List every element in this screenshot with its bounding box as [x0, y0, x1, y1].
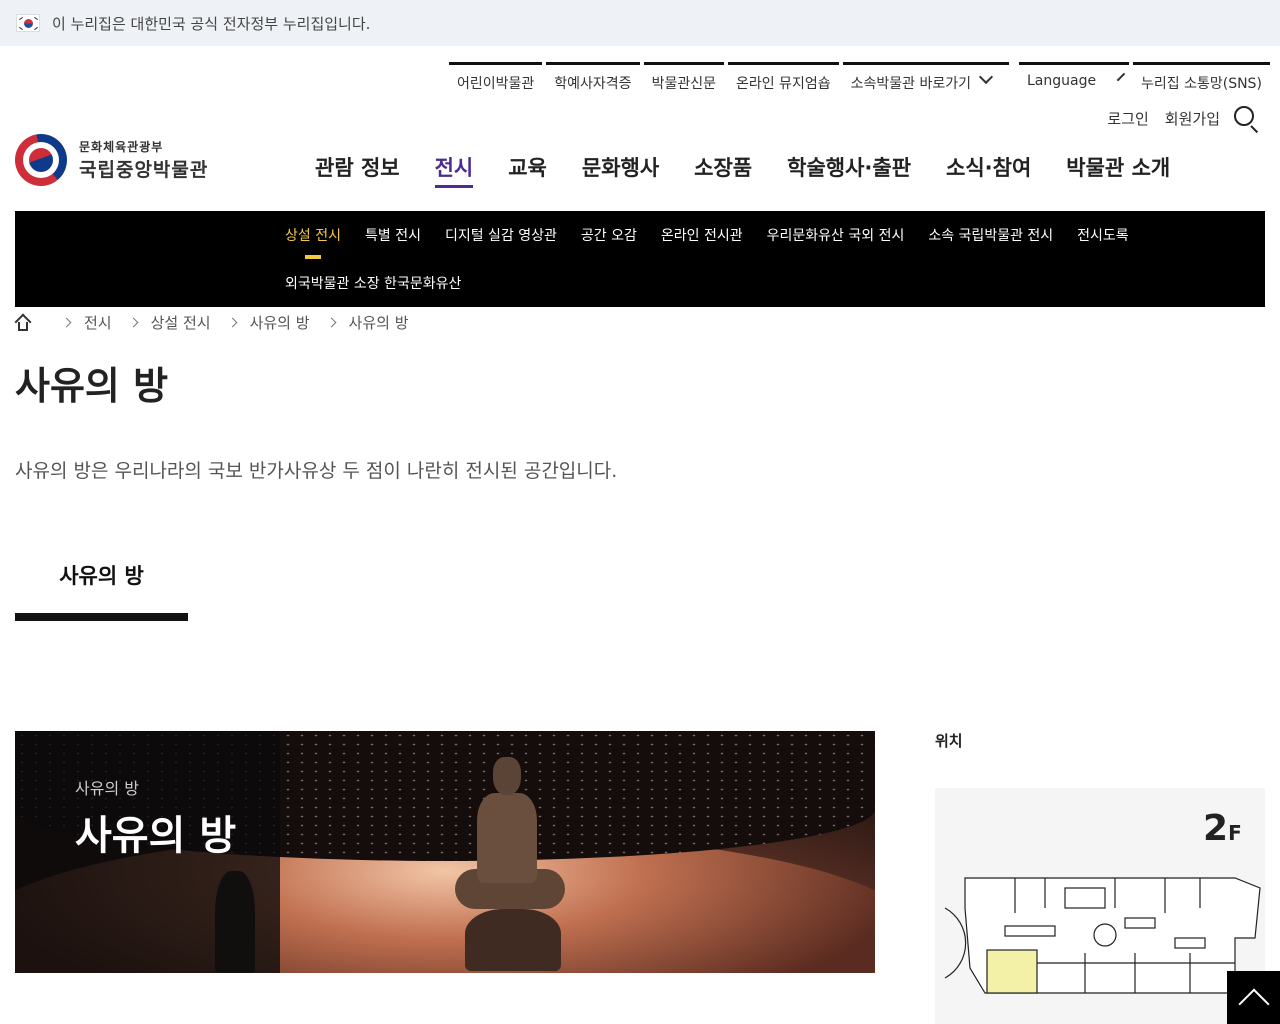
site-logo[interactable]: 문화체육관광부 국립중앙박물관 — [15, 134, 208, 186]
link-kids-museum[interactable]: 어린이박물관 — [449, 62, 543, 98]
hero-title: 사유의 방 — [75, 813, 237, 859]
page-description: 사유의 방은 우리나라의 국보 반가사유상 두 점이 나란히 전시된 공간입니다… — [15, 460, 618, 482]
subnav-digital[interactable]: 디지털 실감 영상관 — [445, 225, 557, 245]
nav-education[interactable]: 교육 — [508, 152, 547, 188]
page-title: 사유의 방 — [15, 364, 169, 408]
subnav-special[interactable]: 특별 전시 — [365, 225, 421, 245]
auth-links: 로그인 회원가입 — [1107, 108, 1220, 129]
nav-exhibition[interactable]: 전시 — [434, 152, 474, 188]
language-dropdown[interactable]: Language — [1019, 62, 1129, 98]
hero-kicker: 사유의 방 — [75, 779, 139, 798]
chevron-down-icon — [978, 69, 994, 85]
gov-banner: 이 누리집은 대한민국 공식 전자정부 누리집입니다. — [0, 0, 1280, 46]
tab-room-of-quiet-contemplation[interactable]: 사유의 방 — [15, 560, 188, 590]
subnav-affiliated[interactable]: 소속 국립박물관 전시 — [928, 225, 1053, 245]
login-link[interactable]: 로그인 — [1107, 108, 1148, 129]
chevron-up-icon — [1238, 988, 1270, 1020]
affiliated-museums-dropdown[interactable]: 소속박물관 바로가기 — [842, 62, 1009, 98]
ministry-name: 문화체육관광부 — [79, 140, 164, 154]
main-nav: 관람 정보 전시 교육 문화행사 소장품 학술행사·출판 소식·참여 박물관 소… — [315, 152, 1205, 188]
subnav-overseas[interactable]: 우리문화유산 국외 전시 — [767, 225, 905, 245]
floor-map: 2F — [935, 788, 1265, 1024]
subnav-foreign-museum[interactable]: 외국박물관 소장 한국문화유산 — [285, 273, 461, 293]
government-emblem-icon — [15, 134, 67, 186]
subnav-online[interactable]: 온라인 전시관 — [661, 225, 743, 245]
search-icon[interactable] — [1234, 106, 1260, 134]
gov-banner-text: 이 누리집은 대한민국 공식 전자정부 누리집입니다. — [52, 14, 371, 33]
location-label: 위치 — [935, 732, 963, 750]
breadcrumb: 전시 상설 전시 사유의 방 사유의 방 — [14, 312, 409, 333]
chevron-right-icon — [128, 317, 139, 328]
language-label: Language — [1027, 73, 1097, 89]
breadcrumb-item[interactable]: 상설 전시 — [151, 312, 211, 333]
nav-collection[interactable]: 소장품 — [694, 152, 752, 188]
nav-academic-publication[interactable]: 학술행사·출판 — [787, 152, 911, 188]
chevron-right-icon — [61, 317, 72, 328]
breadcrumb-item[interactable]: 사유의 방 — [349, 312, 409, 333]
chevron-down-icon — [1116, 72, 1126, 82]
sub-nav: 상설 전시 특별 전시 디지털 실감 영상관 공간 오감 온라인 전시관 우리문… — [15, 211, 1265, 307]
hero-image: 사유의 방 사유의 방 — [15, 731, 875, 973]
sns-link[interactable]: 누리집 소통망(SNS) — [1133, 62, 1270, 98]
home-icon[interactable] — [14, 313, 32, 331]
floor-plan-diagram — [944, 877, 1261, 994]
museum-name: 국립중앙박물관 — [79, 159, 209, 181]
nav-news[interactable]: 소식·참여 — [946, 152, 1031, 188]
utility-links: 어린이박물관 학예사자격증 박물관신문 온라인 뮤지엄숍 소속박물관 바로가기 — [445, 62, 1009, 98]
breadcrumb-item[interactable]: 전시 — [84, 312, 112, 333]
link-museum-news[interactable]: 박물관신문 — [643, 62, 724, 98]
korea-flag-icon — [16, 14, 40, 32]
link-curator-cert[interactable]: 학예사자격증 — [546, 62, 640, 98]
breadcrumb-item[interactable]: 사유의 방 — [250, 312, 310, 333]
subnav-catalog[interactable]: 전시도록 — [1077, 225, 1129, 245]
subnav-permanent[interactable]: 상설 전시 — [285, 225, 341, 259]
subnav-space[interactable]: 공간 오감 — [581, 225, 637, 245]
tab-active-indicator — [15, 613, 188, 621]
nav-cultural-events[interactable]: 문화행사 — [582, 152, 659, 188]
nav-visit-info[interactable]: 관람 정보 — [315, 152, 400, 188]
pensive-bodhisattva-image — [455, 751, 575, 971]
scroll-to-top-button[interactable] — [1227, 971, 1280, 1024]
signup-link[interactable]: 회원가입 — [1165, 108, 1220, 129]
chevron-right-icon — [227, 317, 238, 328]
affiliated-museums-label: 소속박물관 바로가기 — [850, 76, 971, 92]
nav-about[interactable]: 박물관 소개 — [1066, 152, 1170, 188]
link-online-shop[interactable]: 온라인 뮤지엄숍 — [727, 62, 839, 98]
chevron-right-icon — [326, 317, 336, 328]
utility-right: Language 누리집 소통망(SNS) — [1015, 62, 1270, 98]
